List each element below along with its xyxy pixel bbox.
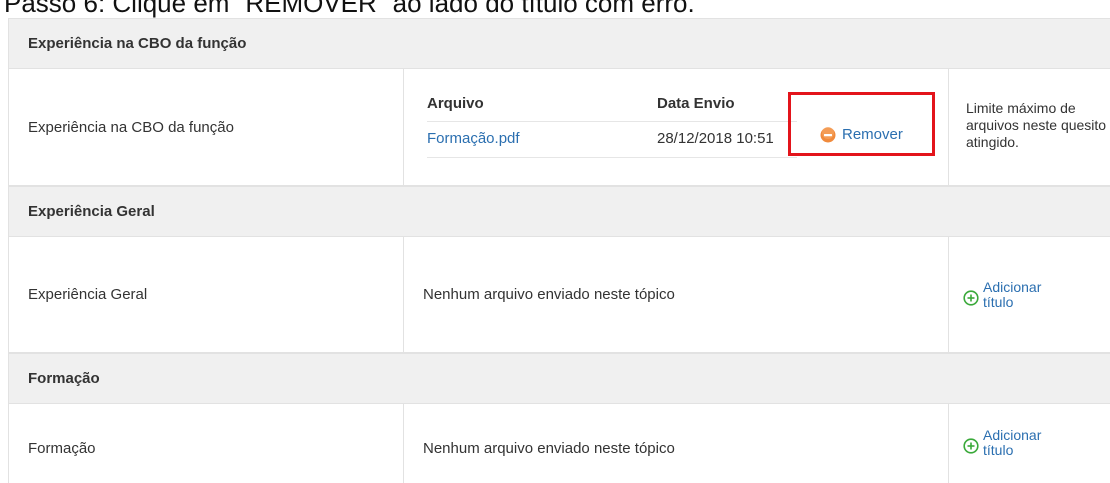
section-row-experiencia-geral: Experiência Geral Nenhum arquivo enviado… <box>9 237 1110 353</box>
add-title-button[interactable]: Adicionar título <box>949 278 1047 310</box>
documents-table: Experiência na CBO da função Experiência… <box>8 18 1110 483</box>
add-title-label: Adicionar título <box>983 427 1042 458</box>
add-title-button[interactable]: Adicionar título <box>949 428 1047 458</box>
no-files-message: Nenhum arquivo enviado neste tópico <box>423 440 675 457</box>
limit-reached-message: Limite máximo de arquivos neste quesito … <box>966 99 1107 150</box>
divider <box>427 157 797 158</box>
remove-label: Remover <box>842 126 903 143</box>
file-list: Arquivo Data Envio Formação.pdf 28/12/20… <box>404 69 949 185</box>
minus-circle-icon <box>820 126 836 142</box>
plus-circle-icon <box>963 438 979 454</box>
add-title-label: Adicionar título <box>983 278 1042 310</box>
section-header-formacao: Formação <box>9 353 1110 404</box>
section-header-experiencia-cbo: Experiência na CBO da função <box>9 18 1110 69</box>
column-header-data-envio: Data Envio <box>657 95 735 112</box>
file-link[interactable]: Formação.pdf <box>427 130 520 147</box>
row-label: Experiência na CBO da função <box>28 118 234 136</box>
section-header-experiencia-geral: Experiência Geral <box>9 186 1110 237</box>
section-row-experiencia-cbo: Experiência na CBO da função Arquivo Dat… <box>9 69 1110 186</box>
column-header-arquivo: Arquivo <box>427 95 484 112</box>
row-label: Formação <box>28 440 96 457</box>
section-row-formacao: Formação Nenhum arquivo enviado neste tó… <box>9 404 1110 483</box>
instruction-caption: Passo 6: Clique em “REMOVER” ao lado do … <box>4 0 695 18</box>
plus-circle-icon <box>963 289 979 306</box>
file-upload-date: 28/12/2018 10:51 <box>657 130 774 147</box>
no-files-message: Nenhum arquivo enviado neste tópico <box>423 286 675 303</box>
remove-button[interactable]: Remover <box>820 126 903 143</box>
row-label: Experiência Geral <box>28 286 148 303</box>
divider <box>427 121 797 122</box>
